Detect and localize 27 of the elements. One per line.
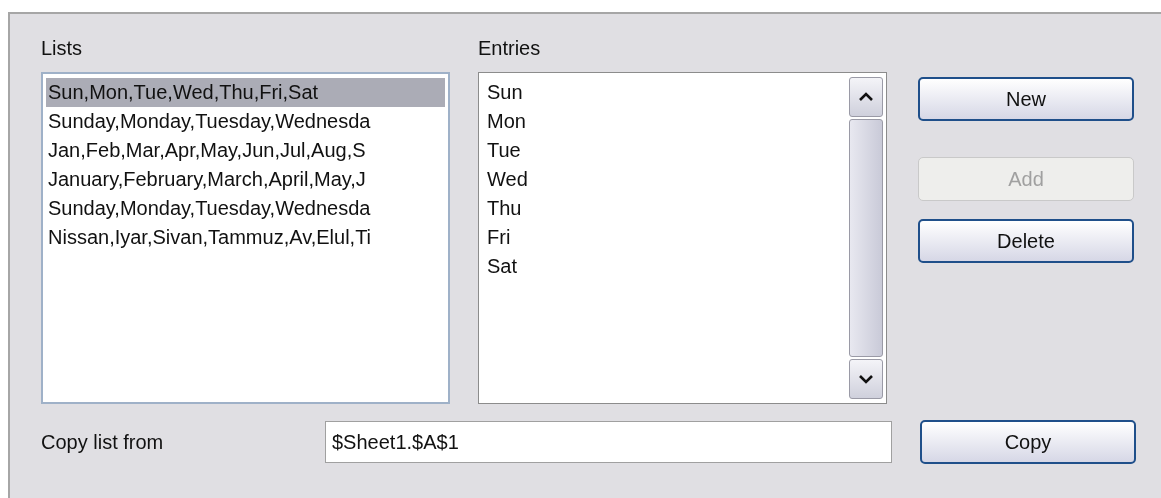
entry-item[interactable]: Fri <box>485 223 843 252</box>
chevron-up-icon <box>858 92 874 102</box>
entries-label: Entries <box>478 36 542 61</box>
action-button[interactable]: New <box>918 77 1134 121</box>
list-item[interactable]: Sun,Mon,Tue,Wed,Thu,Fri,Sat <box>46 78 445 107</box>
list-item[interactable]: Jan,Feb,Mar,Apr,May,Jun,Jul,Aug,S <box>46 136 445 165</box>
chevron-down-icon <box>858 374 874 384</box>
scroll-down-button[interactable] <box>849 359 883 399</box>
entry-item[interactable]: Wed <box>485 165 843 194</box>
action-button[interactable]: Delete <box>918 219 1134 263</box>
list-item[interactable]: January,February,March,April,May,J <box>46 165 445 194</box>
list-item[interactable]: Sunday,Monday,Tuesday,Wednesda <box>46 107 445 136</box>
copy-list-from-label: Copy list from <box>41 430 165 454</box>
list-item[interactable]: Sunday,Monday,Tuesday,Wednesda <box>46 194 445 223</box>
lists-label: Lists <box>41 36 84 61</box>
entries-listbox[interactable]: Sun Mon Tue Wed Thu Fri Sat <box>478 72 887 404</box>
cell-range-field[interactable]: $Sheet1.$A$1 <box>325 421 892 463</box>
lists-listbox[interactable]: Sun,Mon,Tue,Wed,Thu,Fri,Sat Sunday,Monday,Tuesday,Wednesda Jan,Feb,Mar,Apr,May,Jun,Jul,Aug,S January,February,March,April,May,J Sunday,Monday,Tuesday,Wednesda Nissan,Iyar,Sivan,Tammuz,Av,Elul,Ti <box>41 72 450 404</box>
scrollbar-thumb[interactable] <box>849 119 883 357</box>
list-item[interactable]: Nissan,Iyar,Sivan,Tammuz,Av,Elul,Ti <box>46 223 445 252</box>
copy-button[interactable]: Copy <box>920 420 1136 464</box>
entry-item[interactable]: Thu <box>485 194 843 223</box>
entry-item[interactable]: Mon <box>485 107 843 136</box>
scroll-up-button[interactable] <box>849 77 883 117</box>
entry-item[interactable]: Tue <box>485 136 843 165</box>
entry-item[interactable]: Sun <box>485 78 843 107</box>
entry-item[interactable]: Sat <box>485 252 843 281</box>
